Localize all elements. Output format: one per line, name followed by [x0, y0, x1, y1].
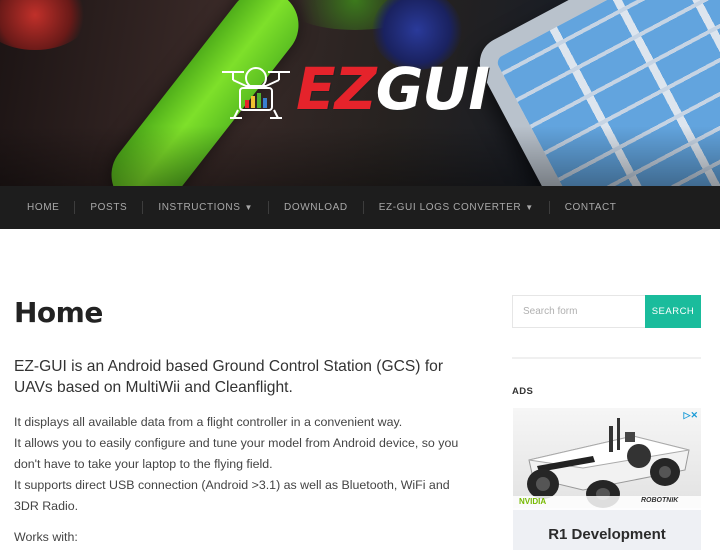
- lead-paragraph: EZ-GUI is an Android based Ground Contro…: [14, 358, 444, 396]
- paragraph: It supports direct USB connection (Andro…: [14, 478, 450, 513]
- caret-down-icon: ▼: [525, 203, 534, 212]
- site-logo[interactable]: EZGUI: [218, 55, 498, 123]
- paragraph: It displays all available data from a fl…: [14, 415, 403, 429]
- intro-text: It displays all available data from a fl…: [14, 412, 464, 517]
- main-nav: HOME POSTS INSTRUCTIONS ▼ DOWNLOAD EZ-GUI…: [0, 186, 720, 229]
- ad-banner[interactable]: ▷✕ NVIDIA ROBOTNIK R1 Development: [513, 408, 701, 550]
- robot-vehicle-icon: [527, 418, 690, 508]
- nav-item-logs-converter[interactable]: EZ-GUI LOGS CONVERTER ▼: [364, 186, 549, 229]
- works-with-label: Works with:: [14, 530, 78, 544]
- header-banner: EZGUI: [0, 0, 720, 186]
- ad-title[interactable]: R1 Development: [513, 526, 701, 543]
- search-input[interactable]: [512, 295, 645, 328]
- nav-item-instructions[interactable]: INSTRUCTIONS ▼: [143, 186, 268, 229]
- page-title: Home: [14, 296, 103, 329]
- drone-icon: [222, 67, 290, 119]
- paragraph: It allows you to easily configure and tu…: [14, 436, 459, 471]
- caret-down-icon: ▼: [244, 203, 254, 212]
- nav-item-contact[interactable]: CONTACT: [550, 186, 632, 229]
- nav-item-posts[interactable]: POSTS: [75, 186, 142, 229]
- ad-brand-right: ROBOTNIK: [641, 497, 679, 504]
- search-button[interactable]: SEARCH: [645, 295, 701, 328]
- ad-brand-left: NVIDIA: [519, 497, 547, 506]
- nav-item-download[interactable]: DOWNLOAD: [269, 186, 363, 229]
- sidebar-divider: [512, 357, 701, 359]
- ads-heading: ADS: [512, 386, 534, 397]
- search-form: SEARCH: [512, 295, 701, 328]
- adchoices-icon[interactable]: ▷✕: [684, 410, 698, 421]
- ad-image[interactable]: ▷✕ NVIDIA ROBOTNIK: [513, 408, 701, 510]
- banner-bg-red: [0, 0, 90, 50]
- nav-item-home[interactable]: HOME: [12, 186, 74, 229]
- logo-wordmark: EZGUI: [296, 55, 490, 123]
